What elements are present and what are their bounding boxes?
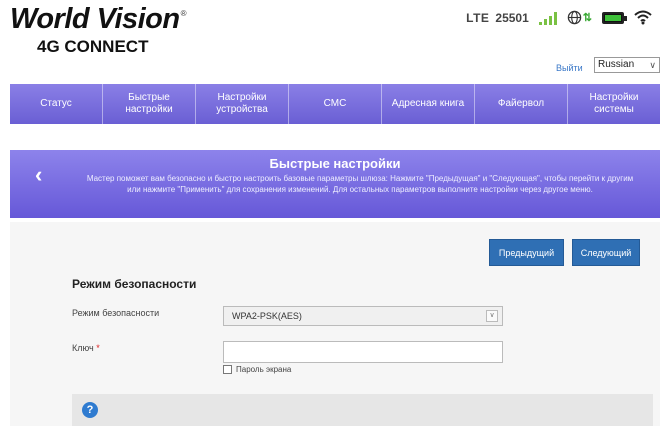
logo: World Vision® bbox=[10, 3, 187, 36]
nav-item-system-settings[interactable]: Настройки системы bbox=[568, 84, 660, 124]
wifi-icon bbox=[634, 10, 652, 25]
registered-mark: ® bbox=[180, 9, 187, 18]
nav-item-firewall[interactable]: Файервол bbox=[475, 84, 568, 124]
main-nav: Статус Быстрые настройки Настройки устро… bbox=[10, 84, 660, 124]
wizard-description: Мастер поможет вам безопасно и быстро на… bbox=[86, 174, 634, 194]
help-strip: ? bbox=[72, 394, 653, 426]
security-mode-select[interactable]: WPA2-PSK(AES) ∨ bbox=[223, 306, 503, 326]
logout-link[interactable]: Выйти bbox=[556, 63, 583, 73]
previous-button[interactable]: Предыдущий bbox=[489, 239, 564, 266]
section-title: Режим безопасности bbox=[72, 277, 197, 291]
wizard-title: Быстрые настройки bbox=[269, 156, 401, 171]
chevron-down-icon: ∨ bbox=[486, 310, 498, 322]
chevron-down-icon: ∨ bbox=[649, 60, 656, 70]
signal-bars-icon bbox=[538, 11, 557, 25]
nav-item-device-settings[interactable]: Настройки устройства bbox=[196, 84, 289, 124]
battery-icon bbox=[602, 11, 627, 24]
network-type: LTE bbox=[466, 10, 490, 25]
product-name: 4G CONNECT bbox=[37, 37, 149, 56]
security-mode-value: WPA2-PSK(AES) bbox=[232, 311, 302, 321]
key-input[interactable] bbox=[223, 341, 503, 363]
language-value: Russian bbox=[598, 59, 635, 70]
show-password-checkbox[interactable] bbox=[223, 365, 232, 374]
wizard-panel: Предыдущий Следующий Режим безопасности … bbox=[10, 222, 660, 426]
wizard-banner: ‹ Быстрые настройки Мастер поможет вам б… bbox=[10, 150, 660, 218]
nav-item-sms[interactable]: СМС bbox=[289, 84, 382, 124]
key-label-text: Ключ bbox=[72, 343, 94, 353]
nav-item-quick-setup[interactable]: Быстрые настройки bbox=[103, 84, 196, 124]
network-code: 25501 bbox=[495, 10, 529, 25]
show-password-row: Пароль экрана bbox=[223, 365, 291, 374]
nav-item-status[interactable]: Статус bbox=[10, 84, 103, 124]
help-icon[interactable]: ? bbox=[82, 402, 98, 418]
header: World Vision® 4G CONNECT LTE 25501 ⇅ Вый… bbox=[0, 0, 660, 82]
brand-name: World Vision bbox=[10, 3, 180, 35]
status-bar: LTE 25501 ⇅ bbox=[466, 10, 652, 25]
required-marker: * bbox=[96, 343, 100, 353]
next-button[interactable]: Следующий bbox=[572, 239, 640, 266]
language-select[interactable]: Russian ∨ bbox=[594, 57, 660, 73]
show-password-label: Пароль экрана bbox=[236, 365, 292, 374]
key-label: Ключ * bbox=[72, 343, 100, 353]
security-mode-label: Режим безопасности bbox=[72, 308, 160, 318]
nav-item-address-book[interactable]: Адресная книга bbox=[382, 84, 475, 124]
globe-data-icon: ⇅ bbox=[567, 10, 592, 25]
